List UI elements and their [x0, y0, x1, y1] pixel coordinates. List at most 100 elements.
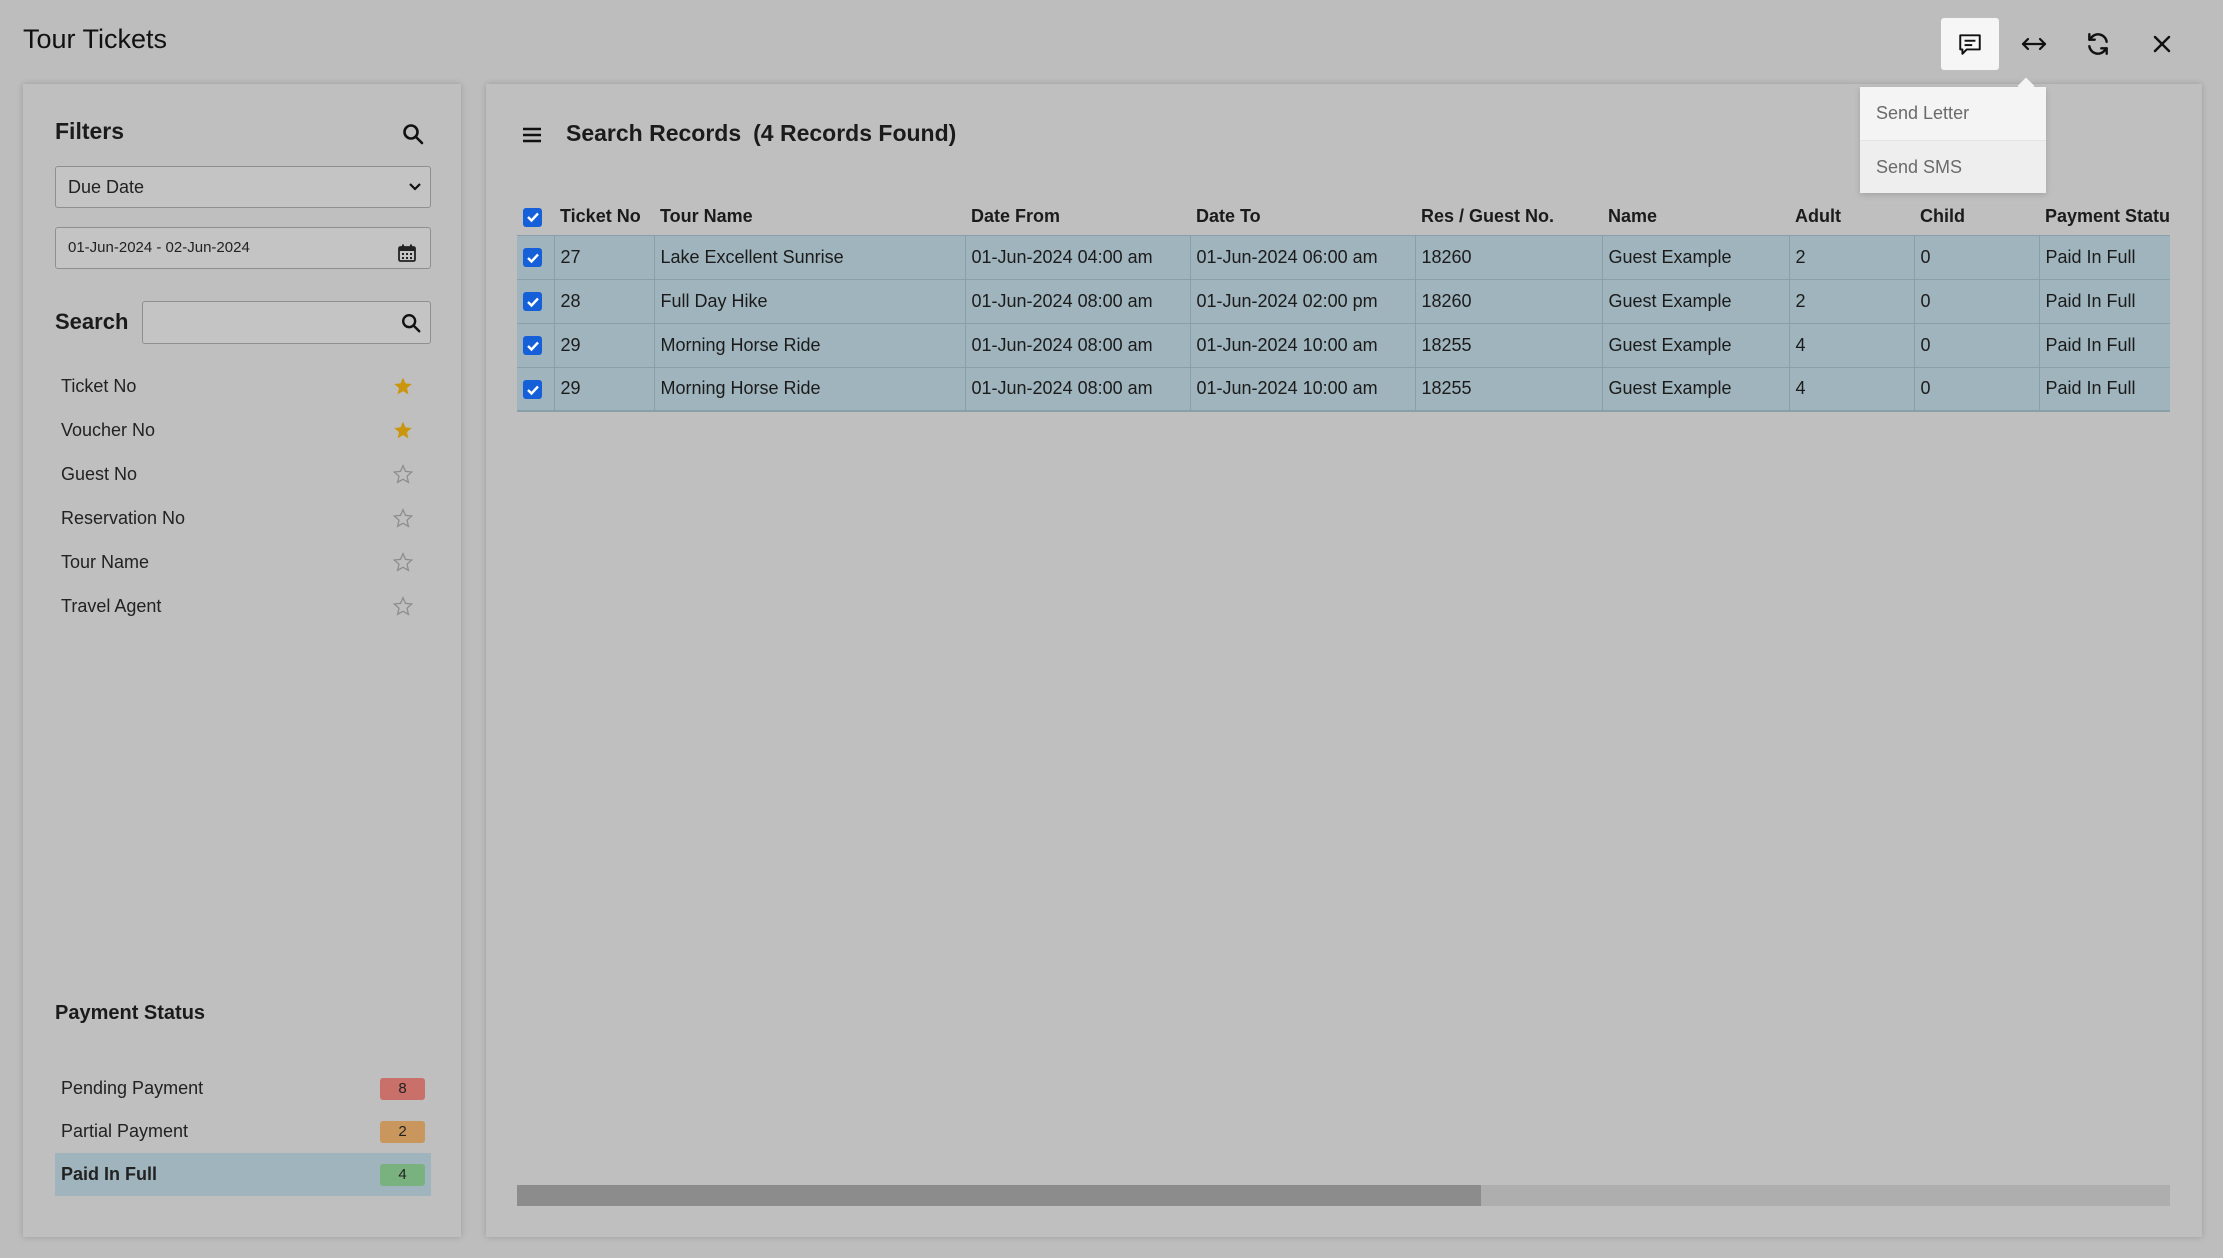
column-header[interactable]: Name	[1602, 198, 1789, 235]
table-cell: 18255	[1414, 322, 1602, 367]
row-select-cell	[517, 234, 554, 279]
close-icon	[2153, 35, 2171, 53]
field-item-guest-no[interactable]: Guest No	[55, 452, 431, 496]
column-header[interactable]: Payment Status	[2039, 198, 2170, 235]
resize-icon	[2021, 37, 2047, 51]
page-title: Tour Tickets	[23, 24, 168, 54]
column-header[interactable]: Ticket No	[554, 198, 654, 235]
payment-status-list: Pending Payment 8 Partial Payment 2 Paid…	[55, 1067, 431, 1196]
table-cell: 01-Jun-2024 08:00 am	[964, 278, 1190, 323]
table-cell: 2	[1788, 278, 1914, 323]
table-cell: Paid In Full	[2038, 234, 2170, 279]
table-cell: 01-Jun-2024 06:00 am	[1189, 234, 1415, 279]
payment-status-label: Paid In Full	[61, 1164, 158, 1184]
records-table: Ticket No Tour Name Date From Date To Re…	[517, 198, 2170, 412]
row-checkbox[interactable]	[523, 380, 542, 399]
table-cell: 18260	[1414, 278, 1602, 323]
table-cell: Lake Excellent Sunrise	[653, 234, 965, 279]
date-range-field[interactable]: 01-Jun-2024 - 02-Jun-2024	[55, 227, 431, 269]
table-cell: 4	[1788, 366, 1914, 412]
search-field-list: Ticket No Voucher No Guest No Reservatio…	[55, 364, 431, 628]
date-type-value: Due Date	[68, 177, 145, 197]
table-cell: Guest Example	[1601, 322, 1789, 367]
table-cell: 0	[1913, 234, 2039, 279]
records-heading: Search Records (4 Records Found)	[566, 120, 956, 147]
filter-panel: Filters Due Date 01-Jun-2024 - 02-Jun-20…	[23, 84, 461, 1237]
table-row[interactable]: 27 Lake Excellent Sunrise 01-Jun-2024 04…	[517, 234, 2170, 279]
records-title: Search Records	[566, 120, 742, 146]
field-item-voucher-no[interactable]: Voucher No	[55, 408, 431, 452]
payment-status-label: Pending Payment	[61, 1078, 204, 1098]
row-checkbox[interactable]	[523, 336, 542, 356]
table-cell: 0	[1913, 278, 2039, 323]
column-header[interactable]: Tour Name	[654, 198, 965, 235]
table-row[interactable]: 29 Morning Horse Ride 01-Jun-2024 08:00 …	[517, 366, 2170, 412]
field-item-label: Reservation No	[61, 507, 186, 528]
table-cell: 29	[553, 366, 654, 412]
table-cell: 27	[553, 234, 654, 279]
field-item-tour-name[interactable]: Tour Name	[55, 540, 431, 584]
search-input[interactable]	[142, 301, 431, 344]
horizontal-scrollbar[interactable]	[517, 1185, 2170, 1206]
table-row[interactable]: 28 Full Day Hike 01-Jun-2024 08:00 am 01…	[517, 278, 2170, 323]
column-header[interactable]: Child	[1914, 198, 2039, 235]
select-all-checkbox[interactable]	[523, 207, 542, 227]
table-cell: Paid In Full	[2038, 322, 2170, 367]
search-icon[interactable]	[400, 312, 422, 339]
field-item-travel-agent[interactable]: Travel Agent	[55, 584, 431, 628]
table-cell: 18260	[1414, 234, 1602, 279]
star-outline-icon[interactable]	[393, 596, 413, 616]
table-cell: Morning Horse Ride	[653, 322, 965, 367]
top-toolbar	[1941, 18, 2191, 70]
star-filled-icon[interactable]	[393, 420, 413, 440]
count-badge: 4	[380, 1163, 425, 1186]
table-cell: 01-Jun-2024 10:00 am	[1189, 366, 1415, 412]
row-select-cell	[517, 366, 554, 412]
expand-width-button[interactable]	[2005, 18, 2063, 70]
column-header[interactable]: Date To	[1190, 198, 1415, 235]
select-all-cell	[517, 198, 554, 235]
payment-status-heading: Payment Status	[55, 1002, 206, 1024]
refresh-icon	[2088, 33, 2108, 55]
send-letter-item[interactable]: Send Letter	[1860, 87, 2046, 140]
row-select-cell	[517, 322, 554, 367]
message-button[interactable]	[1941, 18, 1999, 70]
star-outline-icon[interactable]	[393, 464, 413, 484]
column-header[interactable]: Date From	[965, 198, 1190, 235]
star-outline-icon[interactable]	[393, 508, 413, 528]
payment-status-pending[interactable]: Pending Payment 8	[55, 1067, 431, 1110]
scrollbar-thumb[interactable]	[517, 1185, 1481, 1206]
star-outline-icon[interactable]	[393, 552, 413, 572]
table-cell: Full Day Hike	[653, 278, 965, 323]
star-filled-icon[interactable]	[393, 376, 413, 396]
row-checkbox[interactable]	[523, 292, 542, 312]
search-icon[interactable]	[401, 122, 425, 151]
payment-status-label: Partial Payment	[61, 1121, 189, 1141]
message-icon	[1959, 34, 1981, 55]
close-button[interactable]	[2133, 18, 2191, 70]
field-item-ticket-no[interactable]: Ticket No	[55, 364, 431, 408]
row-checkbox[interactable]	[523, 248, 542, 268]
table-cell: 01-Jun-2024 04:00 am	[964, 234, 1190, 279]
hamburger-menu-icon[interactable]	[522, 126, 542, 149]
table-row[interactable]: 29 Morning Horse Ride 01-Jun-2024 08:00 …	[517, 322, 2170, 367]
calendar-icon[interactable]	[398, 238, 416, 278]
table-cell: 01-Jun-2024 08:00 am	[964, 366, 1190, 412]
field-item-label: Travel Agent	[61, 595, 162, 616]
date-range-value: 01-Jun-2024 - 02-Jun-2024	[68, 239, 250, 256]
refresh-button[interactable]	[2069, 18, 2127, 70]
column-header[interactable]: Adult	[1789, 198, 1914, 235]
table-cell: 29	[553, 322, 654, 367]
payment-status-partial[interactable]: Partial Payment 2	[55, 1110, 431, 1153]
field-item-label: Guest No	[61, 463, 138, 484]
table-cell: Paid In Full	[2038, 366, 2170, 412]
send-sms-item[interactable]: Send SMS	[1860, 140, 2046, 193]
table-cell: Morning Horse Ride	[653, 366, 965, 412]
field-item-label: Tour Name	[61, 551, 150, 572]
column-header[interactable]: Res / Guest No.	[1415, 198, 1602, 235]
table-cell: 0	[1913, 322, 2039, 367]
field-item-reservation-no[interactable]: Reservation No	[55, 496, 431, 540]
payment-status-paid-in-full[interactable]: Paid In Full 4	[55, 1153, 431, 1196]
date-type-select[interactable]: Due Date	[55, 166, 431, 208]
table-cell: Guest Example	[1601, 366, 1789, 412]
